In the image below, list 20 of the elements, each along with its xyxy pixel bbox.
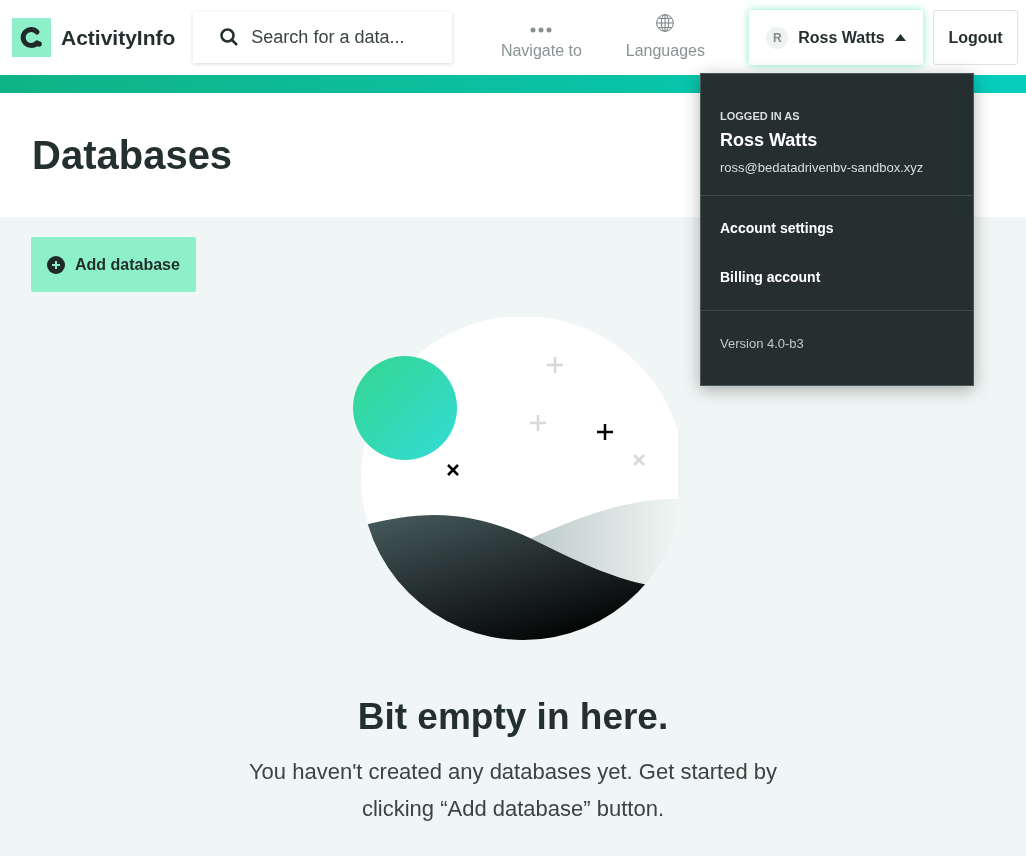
empty-state-message: You haven't created any databases yet. Get started by clicking “Add database” button. [247, 757, 779, 823]
plus-circle-icon [47, 255, 65, 274]
menu-item[interactable]: Account settings [701, 204, 973, 253]
version-text: Version 4.0-b3 [720, 336, 804, 351]
empty-state-heading: Bit empty in here. [357, 695, 669, 739]
caret-icon [894, 34, 906, 41]
search-field[interactable]: Search for a data... [193, 12, 453, 63]
more-icon [529, 26, 554, 33]
menu-item[interactable]: Billing account [701, 253, 973, 302]
avatar: R [766, 26, 789, 49]
add-database-button[interactable]: Add database [31, 237, 196, 292]
user-name: Ross Watts [720, 128, 819, 152]
logout-button[interactable]: Logout [933, 10, 1018, 65]
logo-text: ActivityInfo [61, 24, 176, 51]
logged-in-caption: LOGGED IN AS [720, 109, 801, 124]
logo-icon [12, 18, 51, 57]
user-email: ross@bedatadrivenbv-sandbox.xyz [720, 158, 925, 177]
page-title: Databases [32, 132, 233, 179]
user-menu-button[interactable]: R Ross Watts [749, 10, 923, 65]
search-icon [219, 27, 240, 47]
